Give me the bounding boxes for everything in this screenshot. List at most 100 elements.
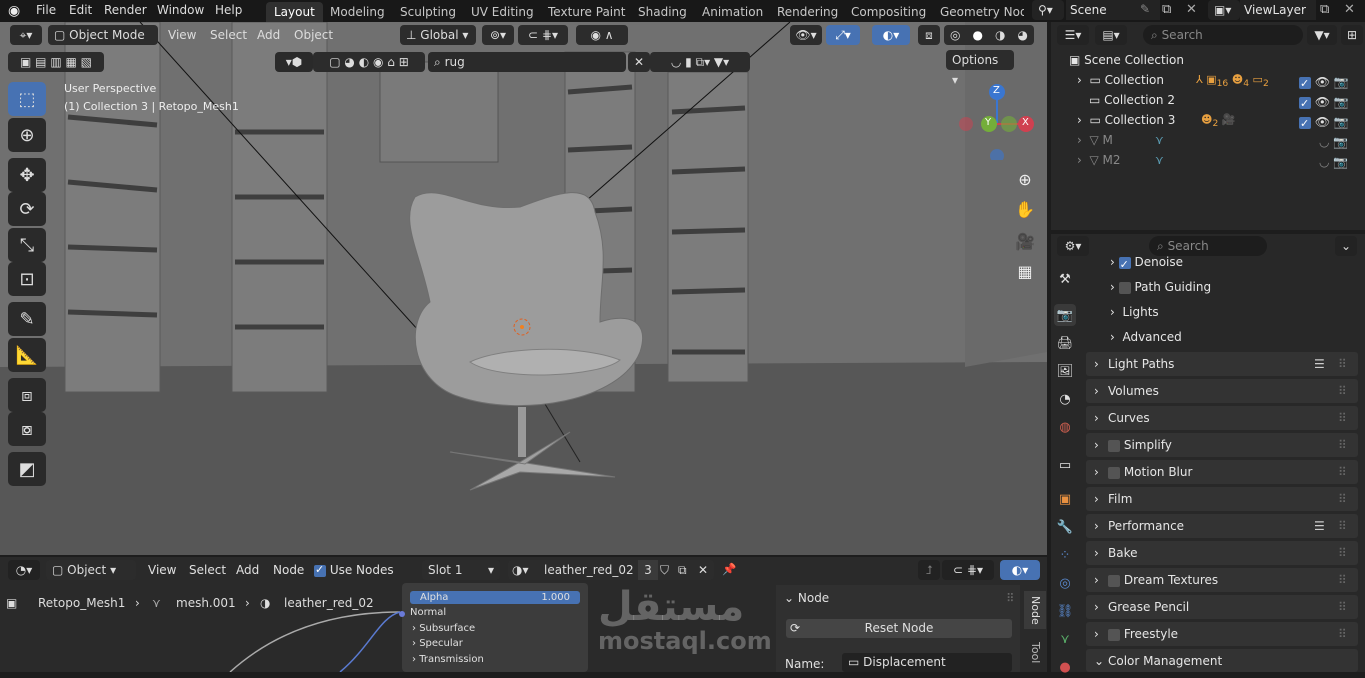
tab-compositing[interactable]: Compositing	[843, 2, 934, 22]
drag-handle-icon[interactable]: ⠿	[1006, 591, 1014, 605]
solid-shading-icon[interactable]: ●	[973, 28, 983, 42]
eye-icon[interactable]: 👁	[1315, 115, 1330, 129]
new-scene-icon[interactable]: ⧉	[1162, 2, 1171, 17]
overlay-icon[interactable]: ◐▾	[872, 25, 910, 45]
new-collection-icon[interactable]: ⊞	[1341, 25, 1363, 45]
transmission-row[interactable]: › Transmission	[412, 654, 484, 665]
principled-bsdf-node[interactable]: Alpha 1.000 Normal › Subsurface › Specula…	[399, 583, 588, 672]
properties-options-icon[interactable]: ⌄	[1335, 236, 1357, 256]
transform-tool[interactable]: ⊡	[8, 262, 46, 296]
panel-dream-textures[interactable]: › Dream Textures ⠿	[1086, 568, 1358, 592]
filter-icon[interactable]: ▼▾	[1307, 25, 1337, 45]
tool-tab-icon[interactable]: ⚒	[1054, 268, 1076, 290]
panel-performance[interactable]: › Performance ☰ ⠿	[1086, 514, 1358, 538]
render-camera-icon[interactable]: 📷	[1333, 155, 1348, 169]
simplify-checkbox[interactable]	[1108, 439, 1120, 452]
drag-handle-icon[interactable]: ⠿	[1338, 379, 1347, 403]
material-tab-icon[interactable]: ●	[1054, 656, 1076, 678]
measure-tool[interactable]: 📐	[8, 338, 46, 372]
scene-tab-icon[interactable]: ◔	[1054, 388, 1076, 410]
exclude-checkbox[interactable]	[1299, 94, 1311, 114]
drag-handle-icon[interactable]: ⠿	[1338, 568, 1347, 592]
reset-node-button[interactable]: ⟳ Reset Node	[786, 619, 1012, 638]
tab-tool[interactable]: Tool	[1024, 635, 1046, 671]
outliner-editor-type-icon[interactable]: ☰▾	[1057, 25, 1089, 45]
breadcrumb-object[interactable]: Retopo_Mesh1	[38, 593, 125, 613]
outliner-search-input[interactable]: ⌕ Search	[1143, 25, 1303, 45]
use-nodes-checkbox[interactable]	[314, 562, 326, 578]
move-tool[interactable]: ✥	[8, 158, 46, 192]
particles-tab-icon[interactable]: ⁘	[1054, 544, 1076, 566]
render-tab-icon[interactable]: 📷	[1054, 304, 1076, 326]
normal-socket[interactable]	[399, 611, 405, 617]
viewport-menu-add[interactable]: Add	[257, 25, 280, 45]
panel-motion-blur[interactable]: › Motion Blur ⠿	[1086, 460, 1358, 484]
gizmo-icon[interactable]: ⤢▾	[826, 25, 860, 45]
rendered-shading-icon[interactable]: ◕	[1018, 28, 1028, 42]
ortho-grid-icon[interactable]: ▦	[1012, 258, 1038, 284]
parent-node-tree-icon[interactable]: ⮥	[918, 560, 940, 580]
expand-arrow-icon[interactable]: ›	[1110, 305, 1115, 319]
path-guiding-row[interactable]: › Path Guiding	[1110, 276, 1211, 298]
proportional-edit-icon[interactable]: ◉ ∧	[576, 25, 628, 45]
node-menu-add[interactable]: Add	[236, 560, 259, 580]
specular-row[interactable]: › Specular	[412, 638, 463, 649]
tab-shading[interactable]: Shading	[630, 2, 695, 22]
pivot-icon[interactable]: ⊚▾	[482, 25, 514, 45]
viewport-menu-view[interactable]: View	[168, 25, 196, 45]
panel-grease-pencil[interactable]: › Grease Pencil ⠿	[1086, 595, 1358, 619]
zoom-icon[interactable]: ⊕	[1012, 166, 1038, 192]
unlink-material-icon[interactable]: ✕	[698, 560, 708, 580]
lights-row[interactable]: › Lights	[1110, 301, 1159, 323]
use-nodes-toggle[interactable]: Use Nodes	[314, 562, 394, 582]
drag-handle-icon[interactable]: ⠿	[1338, 595, 1347, 619]
collection-tab-icon[interactable]: ▭	[1054, 454, 1076, 476]
eye-closed-icon[interactable]: ◡	[1319, 155, 1329, 169]
modifier-tab-icon[interactable]: 🔧	[1054, 516, 1076, 538]
tab-layout[interactable]: Layout	[266, 2, 323, 22]
render-camera-icon[interactable]: 📷	[1334, 115, 1349, 129]
new-view-layer-icon[interactable]: ⧉	[1320, 2, 1329, 17]
mode-selector[interactable]: ▢ Object Mode ▾	[48, 25, 158, 62]
node-editor-type-icon[interactable]: ◔▾	[8, 560, 40, 580]
node-menu-select[interactable]: Select	[189, 560, 226, 580]
node-menu-view[interactable]: View	[148, 560, 176, 580]
overlay-icon[interactable]: ◐▾	[1000, 560, 1040, 580]
tab-geometry-nodes[interactable]: Geometry Node	[932, 2, 1024, 22]
expand-arrow-icon[interactable]: ›	[1077, 153, 1082, 167]
tab-node[interactable]: Node	[1024, 591, 1046, 629]
tab-sculpting[interactable]: Sculpting	[392, 2, 464, 22]
panel-bake[interactable]: › Bake ⠿	[1086, 541, 1358, 565]
node-panel-header[interactable]: ⌄ Node	[784, 591, 829, 605]
viewport-menu-object[interactable]: Object	[294, 25, 333, 45]
presets-list-icon[interactable]: ☰	[1314, 514, 1325, 538]
add-object-tool[interactable]: ⧇	[8, 412, 46, 446]
physics-tab-icon[interactable]: ◎	[1054, 572, 1076, 594]
drag-handle-icon[interactable]: ⠿	[1338, 541, 1347, 565]
alpha-slider[interactable]: Alpha 1.000	[410, 591, 580, 604]
blender-logo-icon[interactable]: ◉	[8, 3, 26, 19]
expand-arrow-icon[interactable]: ›	[1077, 73, 1082, 87]
shader-type-selector[interactable]: ▢ Object ▾	[46, 560, 136, 580]
dream-textures-checkbox[interactable]	[1108, 574, 1120, 587]
tab-rendering[interactable]: Rendering	[769, 2, 846, 22]
pin-icon[interactable]: ✎	[1140, 2, 1150, 16]
3d-viewport[interactable]: ⌖▾ ▢ Object Mode ▾ View Select Add Objec…	[0, 22, 1047, 555]
tab-animation[interactable]: Animation	[694, 2, 771, 22]
expand-arrow-icon[interactable]: ›	[1110, 255, 1115, 269]
exclude-checkbox[interactable]	[1299, 74, 1311, 94]
clear-filter-icon[interactable]: ✕	[628, 52, 650, 72]
slot-selector[interactable]: Slot 1 ▾	[422, 560, 500, 580]
panel-freestyle[interactable]: › Freestyle ⠿	[1086, 622, 1358, 646]
scene-collection-row[interactable]: ▣ Scene Collection	[1051, 50, 1365, 70]
filter-icons[interactable]: ▢ ◕ ◐ ◉ ⌂ ⊞	[313, 52, 425, 72]
scene-type-icon[interactable]: ⚲▾	[1032, 0, 1064, 20]
menu-edit[interactable]: Edit	[63, 0, 98, 22]
viewport-filter-input[interactable]: ⌕ rug	[428, 52, 626, 72]
exclude-checkbox[interactable]	[1299, 114, 1311, 134]
editor-type-icon[interactable]: ⌖▾	[10, 25, 42, 45]
view-layer-type-icon[interactable]: ▣▾	[1208, 0, 1240, 20]
drag-handle-icon[interactable]: ⠿	[1338, 514, 1347, 538]
properties-editor-type-icon[interactable]: ⚙▾	[1057, 236, 1089, 256]
tab-modeling[interactable]: Modeling	[322, 2, 393, 22]
